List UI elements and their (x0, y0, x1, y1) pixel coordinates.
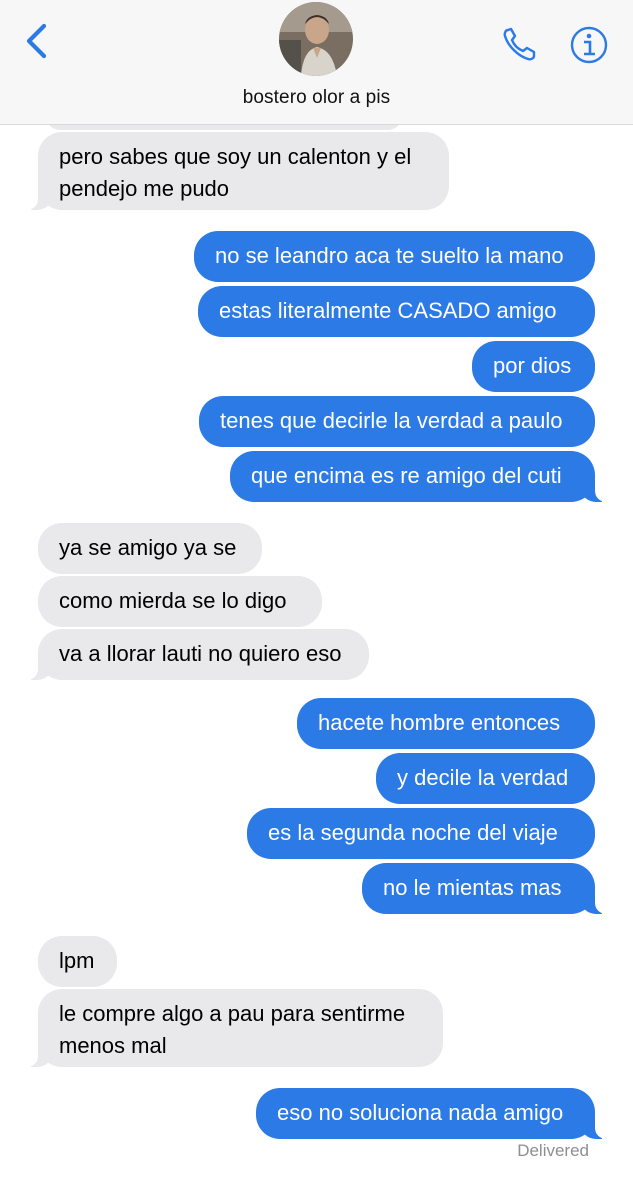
outgoing-message[interactable]: estas literalmente CASADO amigo (198, 286, 595, 337)
message-text: ya se amigo ya se (59, 535, 237, 560)
message-text: tenes que decirle la verdad a paulo (220, 408, 563, 433)
back-button[interactable] (18, 22, 58, 62)
incoming-message[interactable]: va a llorar lauti no quiero eso (26, 629, 369, 680)
outgoing-message[interactable]: es la segunda noche del viaje (247, 808, 595, 859)
outgoing-message[interactable]: eso no soluciona nada amigo (256, 1088, 607, 1139)
message-line: pendejo me pudo (59, 176, 230, 201)
message-line: le compre algo a pau para sentirme (59, 1001, 406, 1026)
info-icon (570, 26, 608, 64)
message-line: menos mal (59, 1033, 167, 1058)
message-text: que encima es re amigo del cuti (251, 463, 562, 488)
message-text: va a llorar lauti no quiero eso (59, 641, 342, 666)
call-button[interactable] (500, 24, 544, 64)
outgoing-message[interactable]: no le mientas mas (362, 863, 607, 914)
message-text: lpm (59, 948, 95, 973)
outgoing-message[interactable]: y decile la verdad (376, 753, 595, 804)
incoming-message[interactable]: como mierda se lo digo (38, 576, 322, 627)
message-text: y decile la verdad (397, 765, 569, 790)
delivered-status: Delivered (517, 1141, 589, 1160)
message-text: como mierda se lo digo (59, 588, 287, 613)
phone-icon (503, 27, 536, 61)
contact-avatar[interactable] (279, 2, 353, 76)
incoming-message[interactable]: le compre algo a pau para sentirme menos… (26, 989, 443, 1067)
message-text: hacete hombre entonces (318, 710, 561, 735)
message-text: es la segunda noche del viaje (268, 820, 558, 845)
contact-name[interactable]: bostero olor a pis (0, 87, 633, 109)
message-line: pero sabes que soy un calenton y el (59, 144, 412, 169)
message-text: eso no soluciona nada amigo (277, 1100, 564, 1125)
outgoing-message[interactable]: por dios (472, 341, 595, 392)
message-text: por dios (493, 353, 572, 378)
outgoing-message[interactable]: hacete hombre entonces (297, 698, 595, 749)
conversation-header: bostero olor a pis (0, 0, 633, 125)
message-text: no se leandro aca te suelto la mano (215, 243, 564, 268)
avatar-photo (279, 2, 353, 76)
incoming-message[interactable]: ya se amigo ya se (38, 523, 262, 574)
message-text: estas literalmente CASADO amigo (219, 298, 557, 323)
message-text: no le mientas mas (383, 875, 562, 900)
incoming-message[interactable]: lpm (38, 936, 117, 987)
info-button[interactable] (568, 24, 610, 66)
incoming-message[interactable]: pero sabes que soy un calenton y el pend… (26, 132, 449, 210)
outgoing-message[interactable]: que encima es re amigo del cuti (230, 451, 607, 502)
outgoing-message[interactable]: tenes que decirle la verdad a paulo (199, 396, 595, 447)
chevron-left-icon (26, 23, 47, 59)
outgoing-message[interactable]: no se leandro aca te suelto la mano (194, 231, 595, 282)
